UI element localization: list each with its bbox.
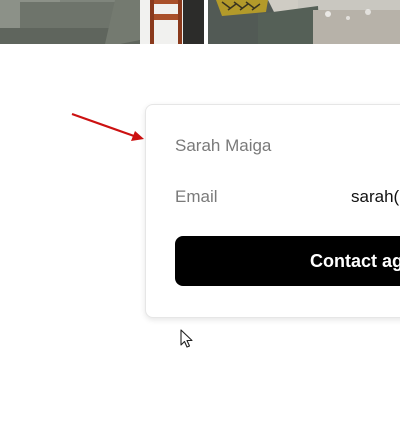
contact-agent-button[interactable]: Contact ag: [175, 236, 400, 286]
mouse-pointer-icon: [180, 329, 193, 348]
email-label: Email: [175, 187, 218, 206]
agent-email-link[interactable]: sarah(: [351, 187, 399, 207]
sofa-photo-image: [0, 0, 204, 44]
page: Sarah Maiga Email sarah( Contact ag: [0, 0, 400, 443]
listing-photo-chair[interactable]: [208, 0, 400, 44]
listing-photo-sofa[interactable]: [0, 0, 204, 44]
agent-name: Sarah Maiga: [175, 136, 272, 155]
chair-photo-image: [208, 0, 400, 44]
listing-photo-strip: [0, 0, 400, 44]
agent-contact-card: Sarah Maiga Email sarah( Contact ag: [145, 104, 400, 318]
contact-agent-button-label: Contact ag: [310, 251, 400, 271]
